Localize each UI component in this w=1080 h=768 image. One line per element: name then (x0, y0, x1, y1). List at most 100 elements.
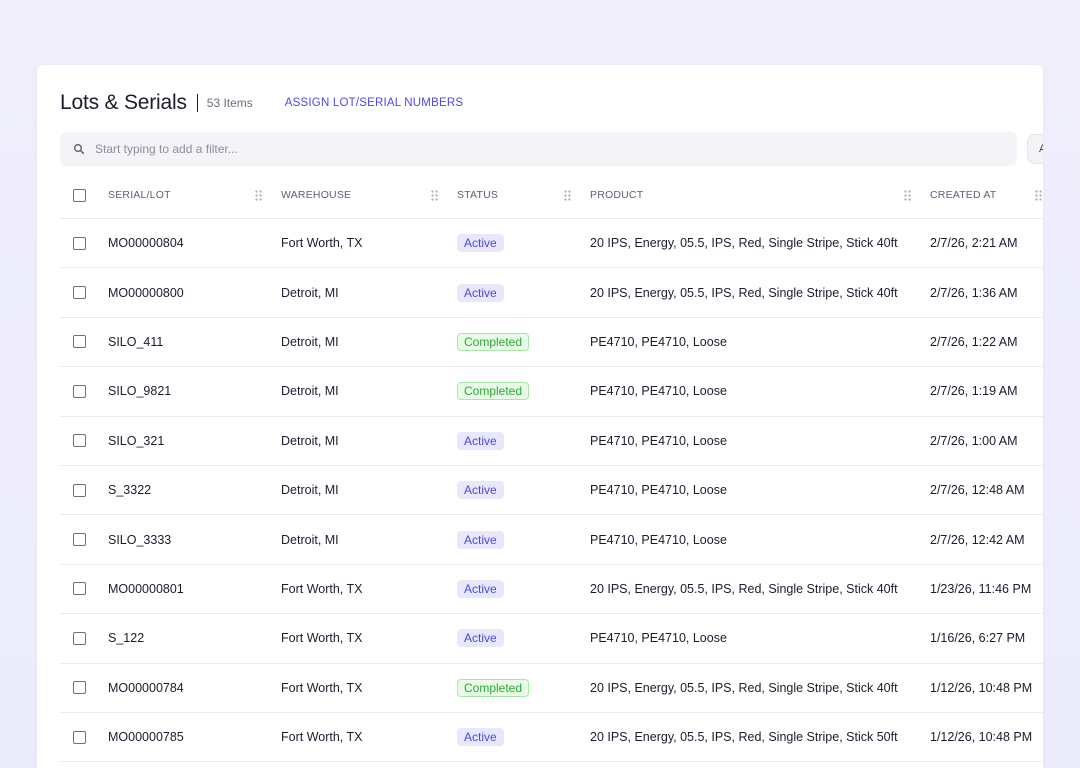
table-row[interactable]: SILO_321 Detroit, MI Active PE4710, PE4710,… (60, 417, 1043, 466)
status-badge: Active (457, 283, 504, 302)
column-drag-handle-icon[interactable] (564, 172, 571, 218)
status-badge: Completed (457, 332, 530, 351)
cell-warehouse: Fort Worth, TX (281, 631, 363, 646)
cell-product: 20 IPS, Energy, 05.5, IPS, Red, Single S… (590, 730, 898, 745)
row-checkbox[interactable] (73, 483, 86, 497)
filter-side-button[interactable]: A (1027, 134, 1043, 164)
lots-table: SERIAL/LOT WAREHOUSE STATUS PRODUCT CREA… (60, 172, 1043, 763)
table-row[interactable]: MO00000804 Fort Worth, TX Active 20 IPS, En… (60, 219, 1043, 269)
column-header-warehouse[interactable]: WAREHOUSE (281, 172, 351, 218)
row-checkbox[interactable] (73, 286, 86, 300)
table-row[interactable]: S_122 Fort Worth, TX Active PE4710, PE4710,… (60, 614, 1043, 664)
cell-product: PE4710, PE4710, Loose (590, 384, 727, 399)
status-badge: Completed (457, 382, 530, 401)
page-title: Lots & Serials (60, 91, 187, 114)
cell-created-at: 2/7/26, 1:36 AM (930, 285, 1018, 300)
table-row[interactable]: S_3322 Detroit, MI Active PE4710, PE4710, L… (60, 466, 1043, 516)
column-header-created[interactable]: CREATED AT (930, 172, 996, 218)
table-row[interactable]: MO00000800 Detroit, MI Active 20 IPS, Energ… (60, 268, 1043, 318)
cell-warehouse: Detroit, MI (281, 334, 339, 349)
status-badge: Active (457, 234, 504, 253)
table-row[interactable]: SILO_9821 Detroit, MI Completed PE4710, PE4… (60, 367, 1043, 417)
cell-created-at: 2/7/26, 2:21 AM (930, 236, 1018, 251)
column-header-serial[interactable]: SERIAL/LOT (108, 172, 171, 218)
cell-serial: SILO_411 (108, 334, 164, 349)
cell-warehouse: Fort Worth, TX (281, 730, 363, 745)
item-count: 53 Items (206, 96, 253, 110)
page-header: Lots & Serials 53 Items ASSIGN LOT/SERIA… (60, 89, 463, 117)
filter-input[interactable] (93, 141, 977, 157)
cell-product: 20 IPS, Energy, 05.5, IPS, Red, Single S… (590, 236, 898, 251)
cell-serial: MO00000804 (108, 236, 184, 251)
cell-created-at: 2/7/26, 1:22 AM (930, 334, 1018, 349)
cell-created-at: 1/16/26, 6:27 PM (930, 631, 1026, 646)
cell-product: PE4710, PE4710, Loose (590, 433, 727, 448)
cell-created-at: 2/7/26, 12:42 AM (930, 532, 1025, 547)
title-divider (196, 94, 198, 112)
table-row[interactable]: SILO_411 Detroit, MI Completed PE4710, PE47… (60, 318, 1043, 368)
cell-created-at: 2/7/26, 1:19 AM (930, 384, 1018, 399)
cell-serial: MO00000785 (108, 730, 184, 745)
column-header-status[interactable]: STATUS (457, 172, 498, 218)
cell-created-at: 1/23/26, 11:46 PM (930, 581, 1032, 596)
column-header-product[interactable]: PRODUCT (590, 172, 643, 218)
table-row[interactable]: SILO_3333 Detroit, MI Active PE4710, PE4710… (60, 515, 1043, 565)
status-badge: Completed (457, 678, 530, 697)
cell-created-at: 2/7/26, 12:48 AM (930, 483, 1025, 498)
assign-lot-serial-button[interactable]: ASSIGN LOT/SERIAL NUMBERS (285, 97, 463, 109)
cell-serial: S_122 (108, 631, 145, 646)
status-badge: Active (457, 431, 504, 450)
cell-product: PE4710, PE4710, Loose (590, 532, 727, 547)
cell-serial: SILO_3333 (108, 532, 172, 547)
table-row[interactable]: MO00000801 Fort Worth, TX Active 20 IPS, En… (60, 565, 1043, 615)
row-checkbox[interactable] (73, 533, 86, 547)
cell-created-at: 1/12/26, 10:48 PM (930, 730, 1033, 745)
cell-serial: MO00000801 (108, 581, 184, 596)
column-drag-handle-icon[interactable] (431, 172, 438, 218)
row-checkbox[interactable] (73, 582, 86, 596)
cell-warehouse: Detroit, MI (281, 384, 339, 399)
cell-product: PE4710, PE4710, Loose (590, 334, 727, 349)
cell-serial: SILO_321 (108, 433, 165, 448)
cell-product: PE4710, PE4710, Loose (590, 631, 727, 646)
status-badge: Active (457, 481, 504, 500)
cell-warehouse: Detroit, MI (281, 433, 339, 448)
cell-serial: MO00000784 (108, 680, 184, 695)
cell-warehouse: Detroit, MI (281, 483, 339, 498)
status-badge: Active (457, 579, 504, 598)
cell-serial: S_3322 (108, 483, 152, 498)
filter-bar (60, 132, 1017, 166)
cell-created-at: 1/12/26, 10:48 PM (930, 680, 1033, 695)
cell-warehouse: Fort Worth, TX (281, 581, 363, 596)
table-row[interactable]: MO00000784 Fort Worth, TX Completed 20 IPS,… (60, 664, 1043, 713)
row-checkbox[interactable] (73, 335, 86, 349)
row-checkbox[interactable] (73, 384, 86, 398)
row-checkbox[interactable] (73, 236, 86, 250)
column-drag-handle-icon[interactable] (255, 172, 262, 218)
cell-warehouse: Detroit, MI (281, 532, 339, 547)
row-checkbox[interactable] (73, 434, 86, 448)
column-drag-handle-icon[interactable] (1035, 172, 1042, 218)
select-all-checkbox[interactable] (73, 188, 86, 202)
status-badge: Active (457, 530, 504, 549)
cell-warehouse: Detroit, MI (281, 285, 339, 300)
cell-warehouse: Fort Worth, TX (281, 236, 363, 251)
column-drag-handle-icon[interactable] (904, 172, 911, 218)
cell-warehouse: Fort Worth, TX (281, 680, 363, 695)
row-checkbox[interactable] (73, 730, 86, 744)
cell-product: 20 IPS, Energy, 05.5, IPS, Red, Single S… (590, 285, 898, 300)
cell-serial: SILO_9821 (108, 384, 172, 399)
cell-serial: MO00000800 (108, 285, 184, 300)
status-badge: Active (457, 629, 504, 648)
row-checkbox[interactable] (73, 631, 86, 645)
table-header-row: SERIAL/LOT WAREHOUSE STATUS PRODUCT CREA… (60, 172, 1043, 219)
search-icon (73, 143, 85, 155)
cell-product: 20 IPS, Energy, 05.5, IPS, Red, Single S… (590, 581, 898, 596)
lots-serials-panel: Lots & Serials 53 Items ASSIGN LOT/SERIA… (37, 65, 1043, 768)
table-body: MO00000804 Fort Worth, TX Active 20 IPS, En… (60, 219, 1043, 763)
table-row[interactable]: MO00000785 Fort Worth, TX Active 20 IPS, En… (60, 713, 1043, 763)
cell-product: PE4710, PE4710, Loose (590, 483, 727, 498)
row-checkbox[interactable] (73, 681, 86, 695)
cell-product: 20 IPS, Energy, 05.5, IPS, Red, Single S… (590, 680, 898, 695)
status-badge: Active (457, 728, 504, 747)
